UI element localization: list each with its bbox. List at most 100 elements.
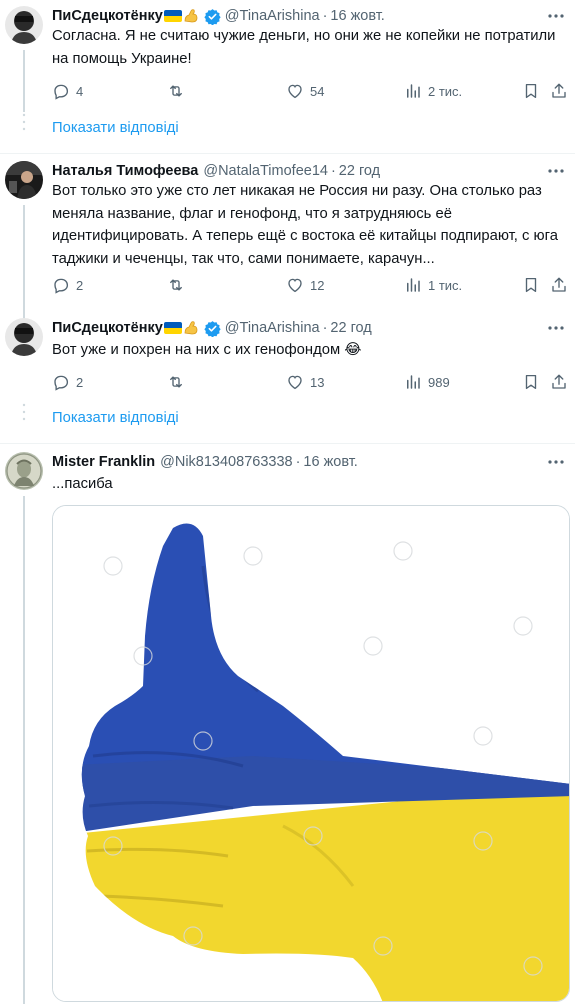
tweet-1[interactable]: ПиСдецкотёнку @TinaArishina · 16 жовт. С… xyxy=(0,6,575,112)
display-name[interactable]: Mister Franklin xyxy=(52,454,155,470)
tweet-header: ПиСдецкотёнку @TinaArishina · 16 жовт. xyxy=(52,6,385,26)
reply-count: 4 xyxy=(76,83,84,99)
views-icon xyxy=(407,278,420,292)
tweet-text: Согласна. Я не считаю чужие деньги, но о… xyxy=(52,28,556,67)
separator-dot: · xyxy=(322,8,328,24)
more-options-icon[interactable] xyxy=(547,320,565,336)
timestamp[interactable]: 16 жовт. xyxy=(303,454,357,470)
bookmark-icon xyxy=(525,83,537,99)
bookmark-button[interactable] xyxy=(522,81,540,101)
avatar[interactable] xyxy=(5,161,43,199)
show-replies-link[interactable]: Показати відповіді xyxy=(52,410,179,426)
bookmark-button[interactable] xyxy=(522,372,540,392)
avatar[interactable] xyxy=(5,318,43,356)
thumbs-up-ukraine-flag-image xyxy=(53,506,569,1001)
tweet-header: ПиСдецкотёнку @TinaArishina · 22 год xyxy=(52,318,372,338)
reply-count: 2 xyxy=(76,277,84,293)
heart-icon xyxy=(288,84,302,99)
thread-line xyxy=(23,496,25,1004)
more-options-icon[interactable] xyxy=(547,8,565,24)
like-button[interactable]: 12 xyxy=(286,275,324,295)
retweet-icon xyxy=(170,376,182,388)
verified-badge-icon xyxy=(204,320,221,337)
handle[interactable]: @NatalaTimofee14 xyxy=(203,163,328,179)
views-button[interactable]: 2 тис. xyxy=(404,81,462,101)
tweet-3[interactable]: ПиСдецкотёнку @TinaArishina · 22 год Вот… xyxy=(0,318,575,398)
heart-icon xyxy=(288,375,302,390)
tweet-text: Вот уже и похрен на них с их генофондом … xyxy=(52,342,362,358)
avatar[interactable] xyxy=(5,452,43,490)
more-options-icon[interactable] xyxy=(547,454,565,470)
share-button[interactable] xyxy=(550,81,568,101)
show-replies-row[interactable]: Показати відповіді xyxy=(0,398,575,444)
like-count: 13 xyxy=(310,374,325,390)
separator-dot: · xyxy=(322,320,328,336)
views-icon xyxy=(407,84,420,98)
handle[interactable]: @TinaArishina xyxy=(225,320,320,336)
timestamp[interactable]: 16 жовт. xyxy=(330,8,384,24)
share-icon xyxy=(552,83,566,98)
share-button[interactable] xyxy=(550,275,568,295)
tweet-actions: 2 13 989 xyxy=(52,372,572,392)
view-count: 1 тис. xyxy=(428,277,463,293)
view-count: 989 xyxy=(428,374,450,390)
handle[interactable]: @Nik813408763338 xyxy=(160,454,292,470)
like-count: 12 xyxy=(310,277,325,293)
show-replies-row[interactable]: Показати відповіді xyxy=(0,108,575,154)
flexed-biceps-icon xyxy=(184,9,198,23)
tweet-header: Наталья Тимофеева @NatalaTimofee14 · 22 … xyxy=(52,161,380,181)
reply-button[interactable]: 2 xyxy=(52,275,83,295)
share-button[interactable] xyxy=(550,372,568,392)
like-button[interactable]: 54 xyxy=(286,81,324,101)
tweet-2[interactable]: Наталья Тимофеева @NatalaTimofee14 · 22 … xyxy=(0,161,575,321)
retweet-button[interactable] xyxy=(167,372,185,392)
display-name[interactable]: ПиСдецкотёнку xyxy=(52,320,163,336)
reply-button[interactable]: 2 xyxy=(52,372,83,392)
reply-button[interactable]: 4 xyxy=(52,81,83,101)
reply-icon xyxy=(54,84,69,100)
tweet-media-image[interactable] xyxy=(52,505,570,1002)
share-icon xyxy=(552,374,566,389)
views-icon xyxy=(407,375,420,389)
thread-dots xyxy=(22,403,26,421)
show-replies-link[interactable]: Показати відповіді xyxy=(52,120,179,136)
separator-dot: · xyxy=(330,163,336,179)
tweet-header: Mister Franklin @Nik813408763338 · 16 жо… xyxy=(52,452,358,472)
display-name[interactable]: ПиСдецкотёнку xyxy=(52,8,163,24)
thread-line xyxy=(23,50,25,112)
ukraine-flag-icon xyxy=(163,10,182,22)
like-button[interactable]: 13 xyxy=(286,372,324,392)
more-options-icon[interactable] xyxy=(547,163,565,179)
bookmark-button[interactable] xyxy=(522,275,540,295)
tweet-text: ...пасиба xyxy=(52,476,113,492)
separator-dot: · xyxy=(295,454,301,470)
heart-icon xyxy=(288,278,302,293)
handle[interactable]: @TinaArishina xyxy=(225,8,320,24)
reply-icon xyxy=(54,375,69,391)
timestamp[interactable]: 22 год xyxy=(339,163,380,179)
like-count: 54 xyxy=(310,83,325,99)
bookmark-icon xyxy=(525,374,537,390)
views-button[interactable]: 1 тис. xyxy=(404,275,462,295)
retweet-button[interactable] xyxy=(167,275,185,295)
timestamp[interactable]: 22 год xyxy=(330,320,371,336)
ukraine-flag-icon xyxy=(163,322,182,334)
flexed-biceps-icon xyxy=(184,321,198,335)
retweet-icon xyxy=(170,279,182,291)
display-name[interactable]: Наталья Тимофеева xyxy=(52,163,198,179)
thread-line xyxy=(23,205,25,321)
verified-badge-icon xyxy=(204,8,221,25)
reply-icon xyxy=(54,278,69,294)
retweet-button[interactable] xyxy=(167,81,185,101)
tweet-actions: 4 54 2 тис. xyxy=(52,81,572,101)
view-count: 2 тис. xyxy=(428,83,463,99)
bookmark-icon xyxy=(525,277,537,293)
share-icon xyxy=(552,277,566,292)
reply-count: 2 xyxy=(76,374,84,390)
avatar[interactable] xyxy=(5,6,43,44)
thread-dots xyxy=(22,113,26,131)
retweet-icon xyxy=(170,85,182,97)
tweet-actions: 2 12 1 тис. xyxy=(52,275,572,295)
views-button[interactable]: 989 xyxy=(404,372,450,392)
tweet-text: Вот только это уже сто лет никакая не Ро… xyxy=(52,183,558,267)
